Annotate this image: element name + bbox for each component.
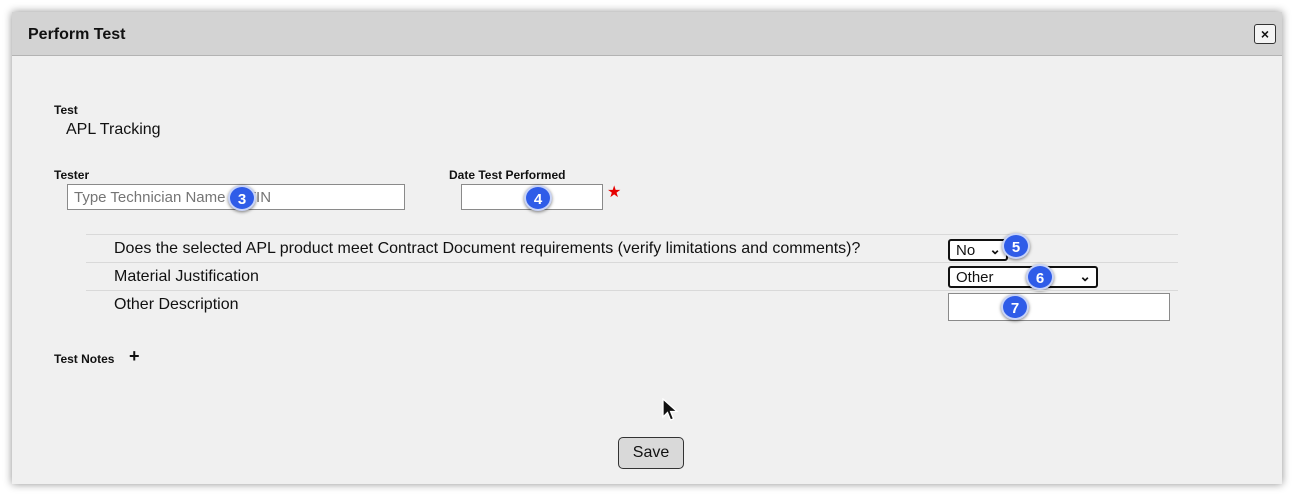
save-button[interactable]: Save — [618, 437, 684, 469]
material-justification-value: Other — [956, 269, 994, 286]
chevron-down-icon: ⌄ — [1079, 268, 1091, 284]
dialog-title: Perform Test — [28, 26, 126, 43]
step-badge-3: 3 — [228, 185, 256, 211]
step-badge-7: 7 — [1001, 294, 1029, 320]
test-value: APL Tracking — [66, 121, 161, 138]
step-badge-4: 4 — [524, 185, 552, 211]
required-star-icon: ★ — [607, 184, 622, 201]
question-text-justification: Material Justification — [114, 268, 259, 285]
perform-test-dialog: Perform Test × Test APL Tracking Tester … — [12, 12, 1282, 484]
close-icon[interactable]: × — [1254, 24, 1276, 44]
mouse-pointer-icon — [662, 398, 679, 421]
question-text-apl: Does the selected APL product meet Contr… — [114, 240, 861, 257]
dialog-titlebar: Perform Test × — [12, 12, 1282, 56]
test-notes-label: Test Notes — [54, 352, 115, 366]
test-label: Test — [54, 103, 78, 117]
question-text-other: Other Description — [114, 296, 239, 313]
apl-requirements-select[interactable]: No ⌄ — [948, 239, 1008, 261]
add-note-icon[interactable]: + — [129, 346, 140, 367]
chevron-down-icon: ⌄ — [989, 241, 1001, 257]
step-badge-6: 6 — [1026, 264, 1054, 290]
dialog-body: Test APL Tracking Tester 3 Date Test Per… — [12, 56, 1282, 484]
apl-requirements-value: No — [956, 242, 976, 259]
material-justification-select[interactable]: Other ⌄ — [948, 266, 1098, 288]
date-label: Date Test Performed — [449, 168, 566, 182]
tester-label: Tester — [54, 168, 90, 182]
question-row-justification: Material Justification Other ⌄ 6 — [86, 262, 1178, 291]
question-row-apl: Does the selected APL product meet Contr… — [86, 233, 1178, 263]
step-badge-5: 5 — [1002, 233, 1030, 259]
other-description-input[interactable] — [948, 293, 1170, 321]
question-row-other: Other Description 7 — [86, 290, 1178, 321]
